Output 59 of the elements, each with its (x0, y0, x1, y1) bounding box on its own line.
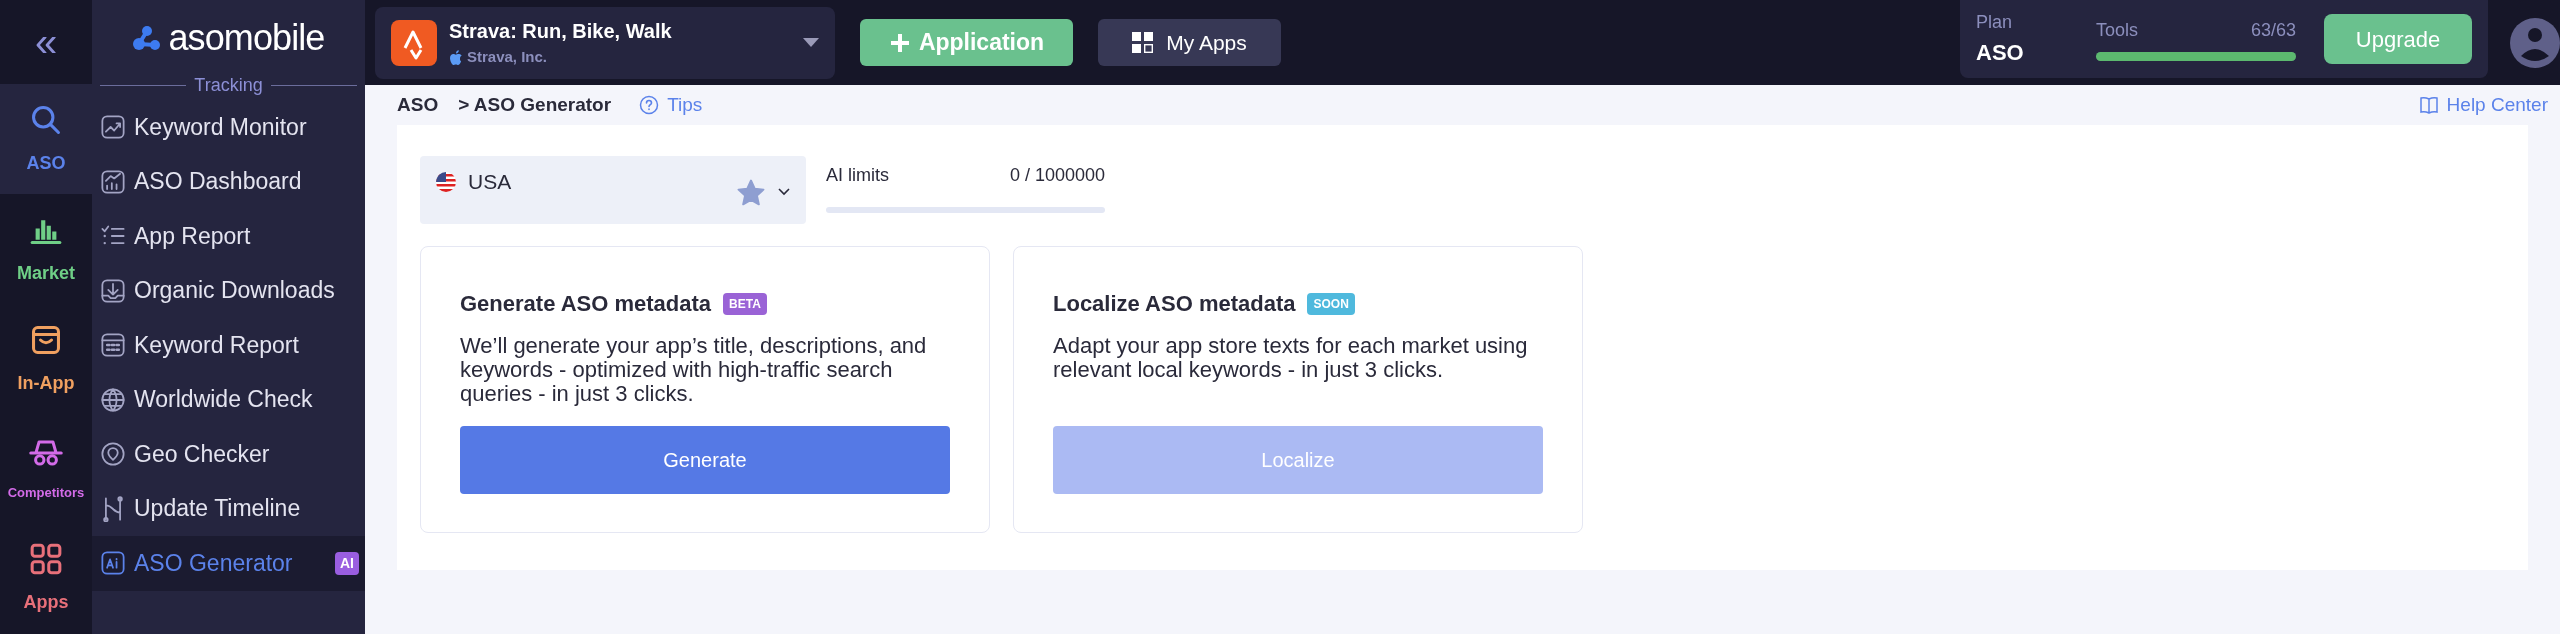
logo-icon (132, 24, 161, 51)
card-title: Localize ASO metadata (1053, 290, 1296, 318)
location-pin-icon (100, 441, 126, 468)
rail-nav-item[interactable]: Apps (0, 524, 92, 634)
card-title: Generate ASO metadata (460, 290, 712, 318)
sidebar-item[interactable]: Geo Checker (92, 427, 365, 482)
status-badge: SOON (1307, 292, 1355, 315)
app-name: Strava: Run, Bike, Walk (449, 19, 672, 45)
help-icon (639, 95, 660, 115)
ai-limits-label: AI limits (826, 164, 889, 187)
rail-nav-item[interactable]: ASO (0, 84, 92, 195)
app-selector[interactable]: Strava: Run, Bike, Walk Strava, Inc. (375, 6, 835, 79)
calendar-icon (100, 332, 126, 359)
book-icon (2418, 96, 2439, 114)
section-label: Tracking (194, 73, 263, 97)
dashboard-icon (100, 168, 126, 195)
timeline-icon (100, 495, 126, 522)
ai-badge: AI (335, 551, 359, 575)
favorite-star-icon[interactable] (736, 178, 766, 208)
logo-text: asomobile (168, 19, 325, 56)
sidebar-item[interactable]: Keyword Monitor (92, 100, 365, 155)
country-select[interactable]: USA (420, 156, 806, 224)
apple-icon (449, 49, 463, 66)
plus-icon (888, 31, 911, 54)
sidebar-item[interactable]: Keyword Report (92, 318, 365, 373)
tools-label: Tools (2096, 19, 2139, 42)
developer-name: Strava, Inc. (467, 47, 548, 68)
sidebar-item[interactable]: Update Timeline (92, 481, 365, 536)
card-description: Adapt your app store texts for each market using relevant local keywords - in just 3 clicks. (1053, 334, 1529, 384)
dropdown-caret-icon (803, 37, 819, 48)
rail-nav-item[interactable]: Competitors (0, 414, 92, 524)
sidebar-item[interactable]: ASO Dashboard (92, 154, 365, 209)
ai-limits-reading: 0 / 1000000 (1009, 164, 1105, 187)
sidebar-item[interactable]: App Report (92, 209, 365, 264)
collapse-button[interactable]: « (34, 22, 58, 63)
breadcrumb-link[interactable]: ASO (397, 90, 439, 120)
generate-button[interactable]: Generate (460, 426, 950, 494)
rail-nav-item[interactable]: In-App (0, 304, 92, 415)
breadcrumb-current: > ASO Generator (458, 92, 612, 117)
globe-icon (100, 386, 126, 413)
apps-grid-icon (1132, 31, 1155, 54)
trend-chart-icon (100, 114, 126, 141)
app-logo-icon (391, 19, 437, 66)
chevron-down-icon (778, 188, 790, 196)
download-icon (100, 277, 126, 304)
tools-count: 63/63 (2250, 19, 2296, 42)
my-apps-button[interactable]: My Apps (1098, 19, 1281, 66)
rail-nav-item[interactable]: Market (0, 194, 92, 305)
plan-name: ASO (1976, 39, 2025, 67)
sidebar-item[interactable]: Worldwide Check (92, 372, 365, 427)
card-description: We’ll generate your app’s title, descriptions, and keywords - optimized with high-traffic search queries - in just 3 clicks. (460, 334, 928, 406)
ai-icon (100, 550, 126, 577)
status-badge: BETA (723, 292, 767, 315)
avatar-icon[interactable] (2510, 17, 2560, 68)
sidebar-item[interactable]: Organic Downloads (92, 263, 365, 318)
sidebar-item[interactable]: ASO Generator AI (92, 536, 365, 591)
plan-label: Plan (1976, 11, 2014, 34)
country-value: USA (468, 172, 512, 192)
flag-icon (436, 172, 456, 192)
